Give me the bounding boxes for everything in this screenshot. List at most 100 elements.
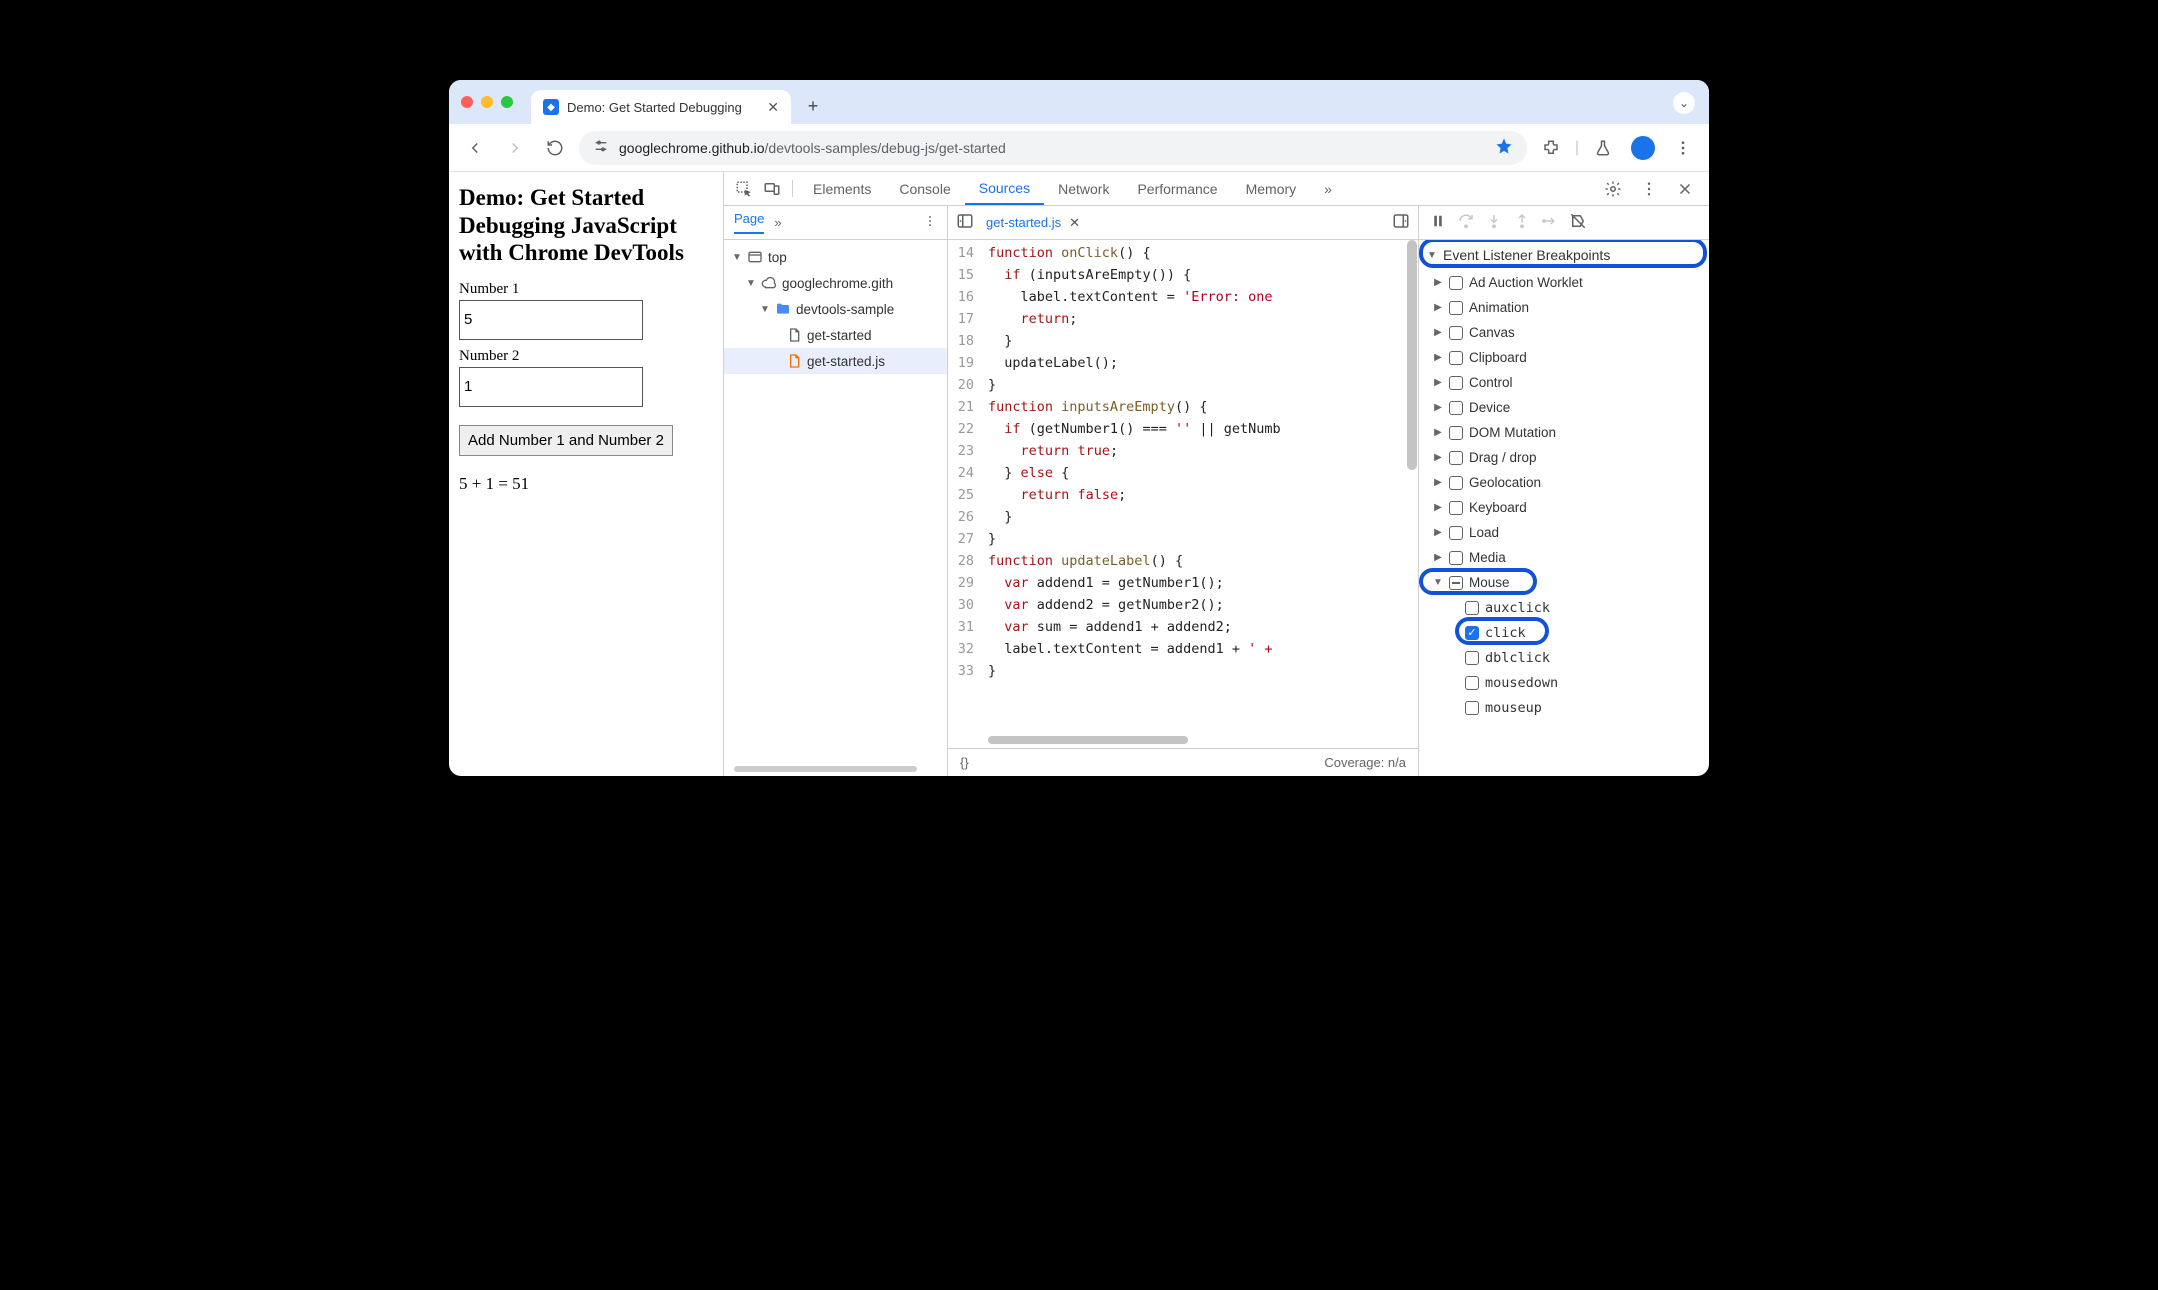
editor-status-left[interactable]: {} (960, 755, 969, 770)
breakpoint-event[interactable]: auxclick (1419, 595, 1709, 620)
add-button[interactable]: Add Number 1 and Number 2 (459, 425, 673, 456)
tree-folder[interactable]: ▼ devtools-sample (724, 296, 947, 322)
file-tree[interactable]: ▼ top ▼ googlechrome.gith ▼ devto (724, 240, 947, 776)
breakpoint-category[interactable]: ▶Load (1419, 520, 1709, 545)
editor-status-coverage: Coverage: n/a (1324, 755, 1406, 770)
editor-hscrollbar[interactable] (988, 736, 1188, 744)
toggle-navigator-icon[interactable] (956, 212, 974, 233)
event-checkbox[interactable] (1465, 651, 1479, 665)
category-checkbox[interactable] (1449, 501, 1463, 515)
devtools-tab-memory[interactable]: Memory (1232, 172, 1311, 205)
category-checkbox[interactable] (1449, 351, 1463, 365)
deactivate-breakpoints-button[interactable] (1569, 212, 1587, 233)
navigator-tab-overflow[interactable]: » (774, 215, 781, 230)
category-checkbox[interactable] (1449, 576, 1463, 590)
category-checkbox[interactable] (1449, 301, 1463, 315)
main-split: Demo: Get Started Debugging JavaScript w… (449, 172, 1709, 776)
omnibox[interactable]: googlechrome.github.io/devtools-samples/… (579, 131, 1527, 165)
breakpoint-category[interactable]: ▶Ad Auction Worklet (1419, 270, 1709, 295)
breakpoint-event[interactable]: mousedown (1419, 670, 1709, 695)
tree-file-html[interactable]: get-started (724, 322, 947, 348)
labs-button[interactable] (1587, 132, 1619, 164)
inspect-element-icon[interactable] (730, 172, 758, 205)
devtools-tab-console[interactable]: Console (885, 172, 964, 205)
breakpoint-category[interactable]: ▶Clipboard (1419, 345, 1709, 370)
breakpoint-category[interactable]: ▶Geolocation (1419, 470, 1709, 495)
devtools-settings-icon[interactable] (1597, 173, 1629, 205)
chrome-menu-button[interactable] (1667, 132, 1699, 164)
site-settings-icon[interactable] (593, 138, 609, 157)
navigator-scrollbar[interactable] (734, 766, 917, 772)
step-out-button[interactable] (1513, 212, 1531, 233)
breakpoint-category[interactable]: ▶Canvas (1419, 320, 1709, 345)
close-window-button[interactable] (461, 96, 473, 108)
category-checkbox[interactable] (1449, 376, 1463, 390)
editor-tab[interactable]: get-started.js ✕ (982, 206, 1084, 239)
navigator-header: Page » (724, 206, 947, 240)
category-checkbox[interactable] (1449, 401, 1463, 415)
breakpoint-category[interactable]: ▶Animation (1419, 295, 1709, 320)
event-checkbox[interactable]: ✓ (1465, 626, 1479, 640)
category-checkbox[interactable] (1449, 326, 1463, 340)
breakpoint-category[interactable]: ▶Keyboard (1419, 495, 1709, 520)
event-checkbox[interactable] (1465, 601, 1479, 615)
profile-button[interactable] (1627, 132, 1659, 164)
category-checkbox[interactable] (1449, 526, 1463, 540)
breakpoint-category[interactable]: ▶DOM Mutation (1419, 420, 1709, 445)
devtools-tab-network[interactable]: Network (1044, 172, 1123, 205)
breakpoint-category[interactable]: ▶Control (1419, 370, 1709, 395)
category-checkbox[interactable] (1449, 276, 1463, 290)
pause-button[interactable] (1429, 212, 1447, 233)
devtools-tab-overflow[interactable]: » (1310, 172, 1346, 205)
tree-top[interactable]: ▼ top (724, 244, 947, 270)
editor-tab-close-icon[interactable]: ✕ (1069, 215, 1080, 231)
toolbar-divider: | (1575, 139, 1579, 157)
devtools-tab-performance[interactable]: Performance (1123, 172, 1231, 205)
tab-overflow-button[interactable]: ⌄ (1673, 92, 1695, 114)
back-button[interactable] (459, 132, 491, 164)
browser-tab[interactable]: ◆ Demo: Get Started Debugging ✕ (531, 90, 791, 124)
minimize-window-button[interactable] (481, 96, 493, 108)
tree-file-js[interactable]: get-started.js (724, 348, 947, 374)
forward-button[interactable] (499, 132, 531, 164)
toggle-debugger-icon[interactable] (1392, 212, 1410, 233)
reload-button[interactable] (539, 132, 571, 164)
breakpoint-event[interactable]: ✓click (1419, 620, 1709, 645)
devtools-tab-sources[interactable]: Sources (965, 172, 1044, 205)
step-button[interactable] (1541, 212, 1559, 233)
editor-vscrollbar[interactable] (1406, 240, 1418, 728)
breakpoint-event[interactable]: dblclick (1419, 645, 1709, 670)
category-checkbox[interactable] (1449, 476, 1463, 490)
category-checkbox[interactable] (1449, 451, 1463, 465)
result-text: 5 + 1 = 51 (459, 474, 713, 494)
tree-origin[interactable]: ▼ googlechrome.gith (724, 270, 947, 296)
folder-icon (775, 301, 791, 317)
event-checkbox[interactable] (1465, 676, 1479, 690)
devtools-close-icon[interactable] (1669, 173, 1701, 205)
breakpoint-category[interactable]: ▼Mouse (1419, 570, 1709, 595)
new-tab-button[interactable]: + (799, 92, 827, 120)
breakpoint-category[interactable]: ▶Drag / drop (1419, 445, 1709, 470)
event-checkbox[interactable] (1465, 701, 1479, 715)
step-into-button[interactable] (1485, 212, 1503, 233)
step-over-button[interactable] (1457, 212, 1475, 233)
maximize-window-button[interactable] (501, 96, 513, 108)
extensions-button[interactable] (1535, 132, 1567, 164)
category-checkbox[interactable] (1449, 426, 1463, 440)
devtools-tab-elements[interactable]: Elements (799, 172, 885, 205)
navigator-menu-icon[interactable] (923, 214, 937, 231)
editor-status-bar: {} Coverage: n/a (948, 748, 1418, 776)
device-toolbar-icon[interactable] (758, 172, 786, 205)
num1-input[interactable] (459, 300, 643, 340)
breakpoint-category[interactable]: ▶Device (1419, 395, 1709, 420)
bookmark-star-icon[interactable] (1495, 137, 1513, 158)
category-checkbox[interactable] (1449, 551, 1463, 565)
navigator-tab-page[interactable]: Page (734, 211, 764, 234)
tab-close-icon[interactable]: ✕ (767, 99, 779, 116)
num2-input[interactable] (459, 367, 643, 407)
breakpoint-category[interactable]: ▶Media (1419, 545, 1709, 570)
breakpoint-event[interactable]: mouseup (1419, 695, 1709, 720)
devtools-menu-icon[interactable] (1633, 173, 1665, 205)
code-viewport[interactable]: 14function onClick() {15 if (inputsAreEm… (948, 240, 1418, 748)
event-listener-breakpoints-header[interactable]: ▼ Event Listener Breakpoints (1419, 240, 1709, 270)
